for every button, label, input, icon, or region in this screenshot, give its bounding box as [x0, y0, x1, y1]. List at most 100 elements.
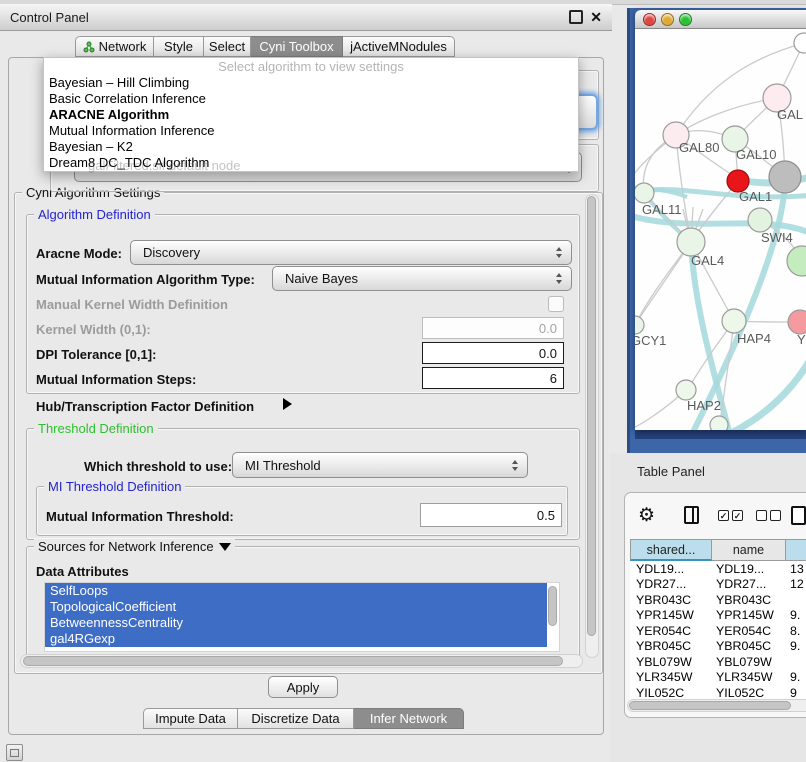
algorithm-dropdown-placeholder: Select algorithm to view settings — [44, 58, 578, 75]
show-checked-columns-icon[interactable]: ✓✓ — [718, 510, 743, 521]
minimize-traffic-light[interactable] — [661, 13, 674, 26]
hub-section-label[interactable]: Hub/Transcription Factor Definition — [36, 399, 254, 414]
table-cell: YDL19... — [630, 562, 712, 576]
table-panel: ⚙ ✓✓ shared...name YDL19...YDL19...13YDR… — [624, 492, 806, 718]
settings-hscroll-thumb[interactable] — [23, 656, 563, 666]
float-window-icon[interactable] — [569, 10, 583, 24]
network-node-label: GAL4 — [691, 253, 724, 268]
network-node[interactable] — [787, 246, 806, 276]
table-row[interactable]: YDR27...YDR27...12 — [630, 577, 806, 593]
network-window-shadow — [635, 430, 806, 439]
which-threshold-value: MI Threshold — [245, 458, 321, 473]
table-cell: YLR345W — [712, 670, 786, 684]
attribute-item-betweennesscentrality[interactable]: BetweennessCentrality — [45, 615, 547, 631]
page-icon[interactable] — [791, 506, 806, 525]
dpi-tolerance-field[interactable]: 0.0 — [422, 342, 564, 364]
mi-threshold-field[interactable]: 0.5 — [420, 503, 562, 527]
algorithm-option-bayesian-hill-climbing[interactable]: Bayesian – Hill Climbing — [44, 75, 578, 91]
network-node-y[interactable] — [788, 310, 806, 334]
which-threshold-label: Which threshold to use: — [84, 459, 232, 474]
tab-cyni-toolbox[interactable]: Cyni Toolbox — [251, 36, 343, 57]
network-node[interactable] — [794, 33, 806, 53]
settings-vscroll-thumb[interactable] — [587, 196, 596, 636]
bottom-tab-impute-data[interactable]: Impute Data — [143, 708, 238, 729]
apply-button[interactable]: Apply — [268, 676, 338, 698]
network-node-gal4[interactable] — [677, 228, 705, 256]
table-row[interactable]: YPR145WYPR145W9. — [630, 608, 806, 624]
network-edge[interactable] — [635, 245, 689, 325]
manual-kernel-checkbox[interactable] — [548, 296, 564, 312]
close-icon[interactable]: ✕ — [590, 10, 602, 24]
mi-type-label: Mutual Information Algorithm Type: — [36, 272, 255, 287]
table-cell: 9. — [786, 639, 806, 653]
table-row[interactable]: YER054CYER054C8. — [630, 623, 806, 639]
attribute-item-selfloops[interactable]: SelfLoops — [45, 583, 547, 599]
attribute-item-gal4rgexp[interactable]: gal4RGexp — [45, 631, 547, 647]
table-row[interactable]: YBR043CYBR043C — [630, 592, 806, 608]
attribute-item-topologicalcoefficient[interactable]: TopologicalCoefficient — [45, 599, 547, 615]
table-cell: 9. — [786, 670, 806, 684]
table-data-combo-ghost-text: galFiltered.sif default node — [88, 158, 240, 173]
mi-threshold-group-title: MI Threshold Definition — [44, 479, 185, 494]
attribute-list-scrollbar-thumb[interactable] — [548, 586, 557, 626]
algorithm-option-aracne-algorithm[interactable]: ARACNE Algorithm — [44, 107, 578, 123]
network-node-label: GAL10 — [736, 147, 776, 162]
close-traffic-light[interactable] — [643, 13, 656, 26]
table-hscroll-thumb[interactable] — [629, 701, 791, 710]
kernel-width-field[interactable]: 0.0 — [422, 317, 564, 339]
network-node-swi4[interactable] — [748, 208, 772, 232]
network-node-hap2[interactable] — [676, 380, 696, 400]
column-header-item[interactable] — [786, 539, 806, 561]
float-panel-button[interactable] — [6, 744, 23, 761]
mi-steps-field[interactable]: 6 — [422, 367, 564, 389]
columns-icon[interactable] — [684, 506, 699, 524]
network-window-titlebar[interactable] — [635, 10, 806, 29]
table-cell: YIL052C — [630, 686, 712, 700]
mi-type-combo[interactable]: Naive Bayes — [272, 266, 572, 291]
network-canvas[interactable]: GALGAL80GAL10GAL1GAL11SWI4GAL4GCY1HAP4YH… — [635, 29, 806, 430]
sources-title[interactable]: Sources for Network Inference — [34, 539, 235, 554]
gear-icon[interactable]: ⚙ — [638, 506, 655, 525]
algorithm-option-bayesian-k2[interactable]: Bayesian – K2 — [44, 139, 578, 155]
network-node-gcy1[interactable] — [635, 316, 644, 334]
table-cell: YDL19... — [712, 562, 786, 576]
control-panel-tab-bar: NetworkStyleSelectCyni ToolboxjActiveMNo… — [75, 36, 455, 57]
network-node[interactable] — [769, 161, 801, 193]
zoom-traffic-light[interactable] — [679, 13, 692, 26]
table-row[interactable]: YBL079WYBL079W — [630, 654, 806, 670]
threshold-definition-title: Threshold Definition — [34, 421, 158, 436]
network-node-label: GAL11 — [642, 202, 682, 217]
network-node-label: GAL80 — [679, 140, 719, 155]
which-threshold-combo[interactable]: MI Threshold — [232, 452, 528, 478]
table-row[interactable]: YLR345WYLR345W9. — [630, 670, 806, 686]
table-cell: YPR145W — [630, 608, 712, 622]
table-cell: YER054C — [630, 624, 712, 638]
network-node-label: Y — [797, 332, 806, 347]
bottom-tab-discretize-data[interactable]: Discretize Data — [238, 708, 354, 729]
table-row[interactable]: YBR045CYBR045C9. — [630, 639, 806, 655]
aracne-mode-combo[interactable]: Discovery — [130, 240, 572, 265]
bottom-tab-infer-network[interactable]: Infer Network — [354, 708, 464, 729]
sources-collapse-icon[interactable] — [219, 543, 231, 551]
algorithm-option-mutual-information-inference[interactable]: Mutual Information Inference — [44, 123, 578, 139]
table-cell: YDR27... — [712, 577, 786, 591]
network-node[interactable] — [710, 416, 728, 430]
table-cell: YLR345W — [630, 670, 712, 684]
tab-jactivemnodules[interactable]: jActiveMNodules — [343, 36, 455, 57]
network-node-hap4[interactable] — [722, 309, 746, 333]
app-root: Control Panel ✕ NetworkStyleSelectCyni T… — [0, 0, 806, 762]
network-node-gal11[interactable] — [635, 183, 654, 203]
hub-section-expander-icon[interactable] — [283, 398, 292, 410]
column-header-shared[interactable]: shared... — [630, 539, 712, 561]
data-attributes-list[interactable]: SelfLoopsTopologicalCoefficientBetweenne… — [44, 582, 560, 652]
table-cell: YER054C — [712, 624, 786, 638]
tab-network[interactable]: Network — [75, 36, 154, 57]
table-cell: YBL079W — [712, 655, 786, 669]
algorithm-option-basic-correlation-inference[interactable]: Basic Correlation Inference — [44, 91, 578, 107]
hide-columns-icon[interactable] — [756, 510, 781, 521]
column-header-name[interactable]: name — [712, 539, 786, 561]
bottom-tab-infer-network-label: Infer Network — [370, 711, 447, 726]
table-row[interactable]: YDL19...YDL19...13 — [630, 561, 806, 577]
tab-style[interactable]: Style — [154, 36, 204, 57]
tab-select[interactable]: Select — [204, 36, 251, 57]
